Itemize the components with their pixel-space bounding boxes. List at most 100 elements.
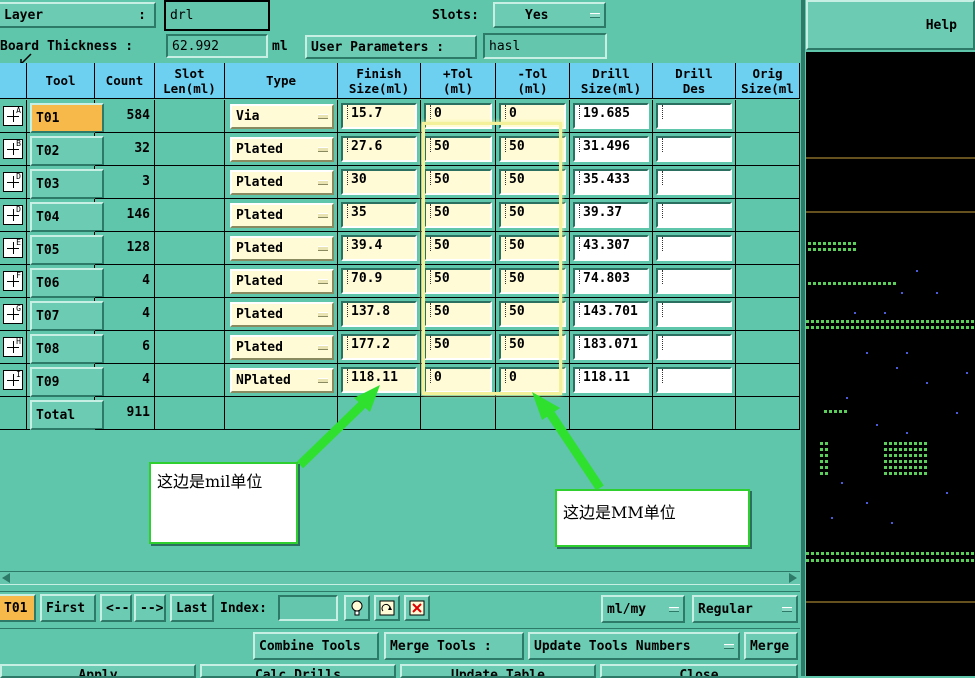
drill-size-input[interactable]: 43.307 bbox=[573, 235, 649, 261]
clear-button[interactable] bbox=[404, 595, 430, 621]
column-header-text: Len(ml) bbox=[163, 80, 216, 96]
pad-mark bbox=[821, 552, 824, 555]
user-parameters-input[interactable]: hasl bbox=[483, 33, 607, 59]
via-mark bbox=[854, 312, 856, 314]
drill-size-input[interactable]: 39.37 bbox=[573, 202, 649, 228]
drill-des-input[interactable] bbox=[656, 169, 732, 195]
refresh-button[interactable] bbox=[374, 595, 400, 621]
drill-des-input[interactable] bbox=[656, 202, 732, 228]
drill-size-input[interactable]: 183.071 bbox=[573, 334, 649, 360]
finish-size-input[interactable]: 137.8 bbox=[341, 301, 417, 327]
pad-mark bbox=[806, 559, 809, 562]
tool-button[interactable]: T02 bbox=[30, 136, 104, 166]
drill-des-input[interactable] bbox=[656, 268, 732, 294]
drill-des-input[interactable] bbox=[656, 136, 732, 162]
finish-size-input[interactable]: 177.2 bbox=[341, 334, 417, 360]
tool-type-dropdown[interactable]: Plated bbox=[230, 137, 334, 162]
tool-button[interactable]: T03 bbox=[30, 169, 104, 199]
drill-size-input[interactable]: 74.803 bbox=[573, 268, 649, 294]
combine-tools-button[interactable]: Combine Tools bbox=[253, 632, 379, 660]
tool-type-dropdown[interactable]: Plated bbox=[230, 302, 334, 327]
first-button[interactable]: First bbox=[40, 594, 96, 622]
mode-dropdown[interactable]: Regular bbox=[692, 595, 798, 623]
tool-button[interactable]: T01 bbox=[30, 103, 104, 133]
table-cell: 19.685 bbox=[570, 100, 653, 133]
finish-size-input[interactable]: 39.4 bbox=[341, 235, 417, 261]
expand-tool-icon[interactable]: D bbox=[3, 172, 23, 192]
drill-size-input[interactable]: 19.685 bbox=[573, 103, 649, 129]
scroll-right-icon bbox=[789, 573, 797, 583]
table-cell: Plated bbox=[225, 166, 338, 199]
slots-dropdown[interactable]: Yes bbox=[493, 2, 606, 28]
drill-des-input[interactable] bbox=[656, 367, 732, 393]
expand-tool-icon[interactable]: I bbox=[3, 370, 23, 390]
user-parameters-button[interactable]: User Parameters : bbox=[305, 35, 477, 59]
next-button[interactable]: --> bbox=[134, 594, 166, 622]
tool-button[interactable]: T09 bbox=[30, 367, 104, 397]
tool-button[interactable]: T07 bbox=[30, 301, 104, 331]
board-preview-canvas[interactable] bbox=[806, 52, 975, 676]
expand-tool-icon[interactable]: D bbox=[3, 205, 23, 225]
divider bbox=[0, 628, 800, 629]
index-input[interactable] bbox=[278, 595, 338, 621]
expand-tool-icon[interactable]: H bbox=[3, 337, 23, 357]
tool-button[interactable]: T04 bbox=[30, 202, 104, 232]
tool-type-dropdown[interactable]: Plated bbox=[230, 170, 334, 195]
tools-table: Tool Count Slot Len(ml) Type Finish Size(ml) +T… bbox=[0, 63, 800, 433]
tool-type-dropdown[interactable]: Plated bbox=[230, 335, 334, 360]
highlight-bulb-button[interactable] bbox=[344, 595, 370, 621]
tool-type-dropdown[interactable]: Plated bbox=[230, 236, 334, 261]
pad-mark bbox=[889, 454, 892, 457]
finish-size-input[interactable]: 70.9 bbox=[341, 268, 417, 294]
update-tools-numbers-dropdown[interactable]: Update Tools Numbers bbox=[528, 632, 740, 660]
column-header: -Tol (ml) bbox=[496, 63, 570, 99]
drill-des-input[interactable] bbox=[656, 235, 732, 261]
table-cell bbox=[155, 364, 225, 397]
pad-mark bbox=[811, 552, 814, 555]
pad-mark bbox=[924, 472, 927, 475]
drill-size-input[interactable]: 143.701 bbox=[573, 301, 649, 327]
finish-size-input[interactable]: 27.6 bbox=[341, 136, 417, 162]
expand-tool-icon[interactable]: F bbox=[3, 271, 23, 291]
pad-mark bbox=[861, 326, 864, 329]
pad-mark bbox=[853, 248, 856, 251]
tool-button[interactable]: T08 bbox=[30, 334, 104, 364]
tool-type-dropdown[interactable]: Via bbox=[230, 104, 334, 129]
units-dropdown[interactable]: ml/my bbox=[601, 595, 685, 623]
layer-label-button[interactable]: Layer : bbox=[0, 2, 156, 28]
table-cell: E bbox=[0, 232, 27, 265]
drill-size-input[interactable]: 35.433 bbox=[573, 169, 649, 195]
finish-size-input[interactable]: 30 bbox=[341, 169, 417, 195]
column-header: Drill Size(ml) bbox=[570, 63, 653, 99]
cell-value: 143.701 bbox=[583, 304, 638, 319]
layer-input[interactable]: drl bbox=[164, 0, 270, 31]
tool-type-dropdown[interactable]: Plated bbox=[230, 269, 334, 294]
expand-tool-icon[interactable]: B bbox=[3, 139, 23, 159]
table-cell: 27.6 bbox=[338, 133, 421, 166]
finish-size-input[interactable]: 35 bbox=[341, 202, 417, 228]
board-thickness-input[interactable]: 62.992 bbox=[166, 34, 268, 58]
finish-size-input[interactable]: 15.7 bbox=[341, 103, 417, 129]
tool-button[interactable]: T05 bbox=[30, 235, 104, 265]
tool-count: 146 bbox=[126, 207, 150, 222]
last-button[interactable]: Last bbox=[170, 594, 214, 622]
layer-value: drl bbox=[170, 8, 194, 23]
pad-mark bbox=[924, 466, 927, 469]
user-parameters-label: User Parameters : bbox=[311, 39, 445, 55]
expand-tool-icon[interactable]: G bbox=[3, 304, 23, 324]
drill-des-input[interactable] bbox=[656, 334, 732, 360]
expand-tool-icon[interactable]: A bbox=[3, 106, 23, 126]
table-cell: Plated bbox=[225, 199, 338, 232]
pad-mark bbox=[839, 410, 842, 413]
previous-button[interactable]: <-- bbox=[100, 594, 132, 622]
cell-value: 39.37 bbox=[583, 205, 623, 220]
drill-size-input[interactable]: 31.496 bbox=[573, 136, 649, 162]
expand-tool-icon[interactable]: E bbox=[3, 238, 23, 258]
tool-button[interactable]: T06 bbox=[30, 268, 104, 298]
tool-type-dropdown[interactable]: Plated bbox=[230, 203, 334, 228]
horizontal-scrollbar[interactable] bbox=[0, 571, 800, 585]
drill-des-input[interactable] bbox=[656, 103, 732, 129]
drill-des-input[interactable] bbox=[656, 301, 732, 327]
merge-button[interactable]: Merge bbox=[744, 632, 798, 660]
help-button[interactable]: Help bbox=[806, 0, 975, 50]
